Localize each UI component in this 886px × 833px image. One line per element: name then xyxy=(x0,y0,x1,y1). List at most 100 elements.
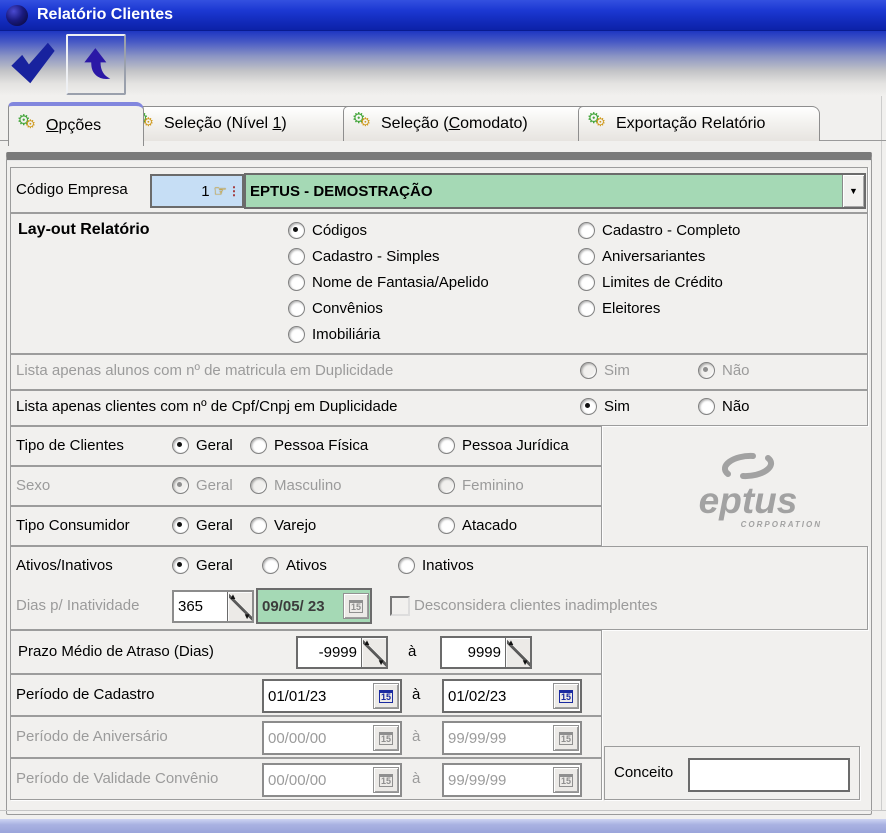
spin-button: ▲ ▼ xyxy=(227,592,252,621)
radio-clientes-sim[interactable]: Sim xyxy=(580,398,630,415)
prazo-from-value: -9999 xyxy=(298,644,361,661)
pointing-hand-icon[interactable]: ☞ xyxy=(214,184,227,199)
radio-icon[interactable] xyxy=(698,398,715,415)
radio-codigos[interactable]: Códigos xyxy=(288,222,367,239)
cadastro-conj-label: à xyxy=(412,686,420,703)
radio-imobiliaria[interactable]: Imobiliária xyxy=(288,326,380,343)
radio-icon[interactable] xyxy=(438,517,455,534)
tab-opcoes[interactable]: ⚙ ⚙ Opções xyxy=(8,102,144,146)
date-value: 01/02/23 xyxy=(444,688,553,705)
combobox-dropdown-button[interactable]: ▼ xyxy=(842,175,864,207)
radio-ativos-geral[interactable]: Geral xyxy=(172,557,233,574)
calendar-icon: 15 xyxy=(379,690,393,703)
radio-pessoa-fisica[interactable]: Pessoa Física xyxy=(250,437,368,454)
spin-up-icon: ▲ xyxy=(363,638,371,647)
eptus-logo: eptus CORPORATION xyxy=(648,448,848,529)
periodo-validade-to: 99/99/99 15 xyxy=(442,763,582,797)
ativos-inativos-label: Ativos/Inativos xyxy=(16,557,113,574)
window-right-edge xyxy=(881,96,882,810)
radio-consumidor-geral[interactable]: Geral xyxy=(172,517,233,534)
radio-icon[interactable] xyxy=(438,437,455,454)
spin-up-icon: ▲ xyxy=(507,638,515,647)
radio-icon[interactable] xyxy=(288,326,305,343)
radio-aniversariantes[interactable]: Aniversariantes xyxy=(578,248,705,265)
tipo-clientes-label: Tipo de Clientes xyxy=(16,437,124,454)
calendar-icon: 15 xyxy=(349,600,363,613)
conceito-input[interactable] xyxy=(688,758,850,792)
spin-button[interactable]: ▲ ▼ xyxy=(361,638,386,667)
prazo-to-spinner[interactable]: 9999 ▲ ▼ xyxy=(440,636,532,669)
date-value: 99/99/99 xyxy=(444,772,553,789)
inatividade-date-field: 09/05/ 23 15 xyxy=(256,588,372,624)
spin-button[interactable]: ▲ ▼ xyxy=(505,638,530,667)
undo-arrow-icon xyxy=(74,42,118,88)
radio-icon[interactable] xyxy=(578,222,595,239)
date-value: 99/99/99 xyxy=(444,730,553,747)
radio-icon[interactable] xyxy=(578,300,595,317)
radio-icon[interactable] xyxy=(578,248,595,265)
validade-conj-label: à xyxy=(412,770,420,787)
radio-icon[interactable] xyxy=(250,437,267,454)
radio-icon[interactable] xyxy=(250,517,267,534)
radio-icon[interactable] xyxy=(288,222,305,239)
inatividade-date-value: 09/05/ 23 xyxy=(258,598,343,615)
radio-nome-fantasia[interactable]: Nome de Fantasia/Apelido xyxy=(288,274,489,291)
radio-icon[interactable] xyxy=(288,248,305,265)
radio-cadastro-completo[interactable]: Cadastro - Completo xyxy=(578,222,740,239)
periodo-cadastro-to[interactable]: 01/02/23 15 xyxy=(442,679,582,713)
tab-selecao-comodato[interactable]: ⚙ ⚙ Seleção (Comodato) xyxy=(343,106,596,141)
desconsidera-label: Desconsidera clientes inadimplentes xyxy=(414,597,657,614)
date-value: 01/01/23 xyxy=(264,688,373,705)
radio-icon[interactable] xyxy=(398,557,415,574)
date-value: 00/00/00 xyxy=(264,772,373,789)
radio-ativos[interactable]: Ativos xyxy=(262,557,327,574)
gear-icon: ⚙ ⚙ xyxy=(354,116,374,132)
duplicidade-clientes-label: Lista apenas clientes com nº de Cpf/Cnpj… xyxy=(16,398,398,415)
tab-selecao-nivel-1[interactable]: ⚙ ⚙ Seleção (Nível 1) xyxy=(126,106,360,141)
empresa-combobox[interactable]: EPTUS - DEMOSTRAÇÃO ▼ xyxy=(244,173,866,209)
radio-atacado[interactable]: Atacado xyxy=(438,517,517,534)
tab-label: Opções xyxy=(46,117,101,135)
lookup-dots-icon[interactable]: ⋮ xyxy=(228,185,240,197)
radio-limites-credito[interactable]: Limites de Crédito xyxy=(578,274,723,291)
calendar-button: 15 xyxy=(553,767,579,793)
radio-alunos-sim: Sim xyxy=(580,362,630,379)
calendar-icon: 15 xyxy=(379,774,393,787)
radio-tipo-clientes-geral[interactable]: Geral xyxy=(172,437,233,454)
calendar-icon: 15 xyxy=(559,732,573,745)
radio-pessoa-juridica[interactable]: Pessoa Jurídica xyxy=(438,437,569,454)
radio-convenios[interactable]: Convênios xyxy=(288,300,383,317)
calendar-button[interactable]: 15 xyxy=(373,683,399,709)
tab-label: Seleção (Comodato) xyxy=(381,115,528,133)
radio-clientes-nao[interactable]: Não xyxy=(698,398,750,415)
desconsidera-checkbox xyxy=(390,596,410,616)
radio-varejo[interactable]: Varejo xyxy=(250,517,316,534)
radio-icon[interactable] xyxy=(172,517,189,534)
codigo-empresa-input[interactable]: 1 ☞ ⋮ xyxy=(150,174,244,208)
sexo-label: Sexo xyxy=(16,477,50,494)
radio-eleitores[interactable]: Eleitores xyxy=(578,300,660,317)
gear-icon: ⚙ ⚙ xyxy=(19,118,39,134)
codigo-empresa-value: 1 xyxy=(152,183,214,200)
radio-icon[interactable] xyxy=(172,437,189,454)
radio-icon[interactable] xyxy=(172,557,189,574)
confirm-button[interactable] xyxy=(6,36,60,90)
back-button[interactable] xyxy=(66,34,126,95)
radio-icon[interactable] xyxy=(580,398,597,415)
spin-down-icon: ▼ xyxy=(521,658,529,667)
radio-icon[interactable] xyxy=(578,274,595,291)
radio-icon[interactable] xyxy=(288,300,305,317)
radio-icon xyxy=(438,477,455,494)
tab-exportacao-relatorio[interactable]: ⚙ ⚙ Exportação Relatório xyxy=(578,106,820,141)
prazo-from-spinner[interactable]: -9999 ▲ ▼ xyxy=(296,636,388,669)
empresa-combobox-value: EPTUS - DEMOSTRAÇÃO xyxy=(246,183,842,200)
radio-icon[interactable] xyxy=(288,274,305,291)
periodo-cadastro-from[interactable]: 01/01/23 15 xyxy=(262,679,402,713)
radio-icon[interactable] xyxy=(262,557,279,574)
calendar-icon: 15 xyxy=(559,690,573,703)
radio-inativos[interactable]: Inativos xyxy=(398,557,474,574)
periodo-aniversario-to: 99/99/99 15 xyxy=(442,721,582,755)
radio-cadastro-simples[interactable]: Cadastro - Simples xyxy=(288,248,440,265)
calendar-button[interactable]: 15 xyxy=(553,683,579,709)
periodo-aniversario-from: 00/00/00 15 xyxy=(262,721,402,755)
